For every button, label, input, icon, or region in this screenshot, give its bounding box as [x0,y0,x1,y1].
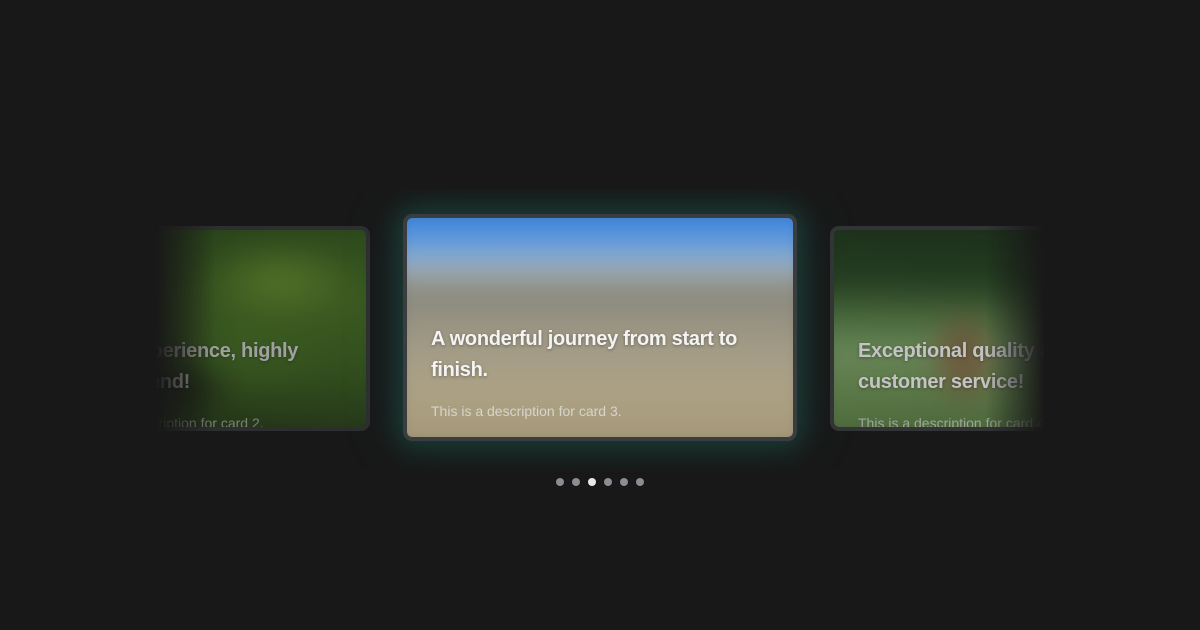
pagination-dot-3[interactable] [588,478,596,486]
carousel-card-4[interactable]: Exceptional quality and customer service… [830,226,1045,431]
card-title: A wonderful journey from start to finish… [431,328,738,381]
carousel: Great experience, highly recommend! This… [155,190,1045,470]
pagination-dot-4[interactable] [604,478,612,486]
pagination-dot-5[interactable] [620,478,628,486]
pagination-dots [556,478,644,486]
pagination-dot-1[interactable] [556,478,564,486]
carousel-card-2[interactable]: Great experience, highly recommend! This… [155,226,370,431]
card-title: Exceptional quality and customer service… [858,340,1045,393]
page: Great experience, highly recommend! This… [0,0,1200,630]
card-description: This is a description for card 2. [155,415,264,431]
card-title: Great experience, highly recommend! [155,340,299,393]
card-description: This is a description for card 4. [858,415,1045,431]
card-description: This is a description for card 3. [431,403,622,419]
pagination-dot-6[interactable] [636,478,644,486]
pagination-dot-2[interactable] [572,478,580,486]
carousel-card-3[interactable]: A wonderful journey from start to finish… [403,214,797,441]
